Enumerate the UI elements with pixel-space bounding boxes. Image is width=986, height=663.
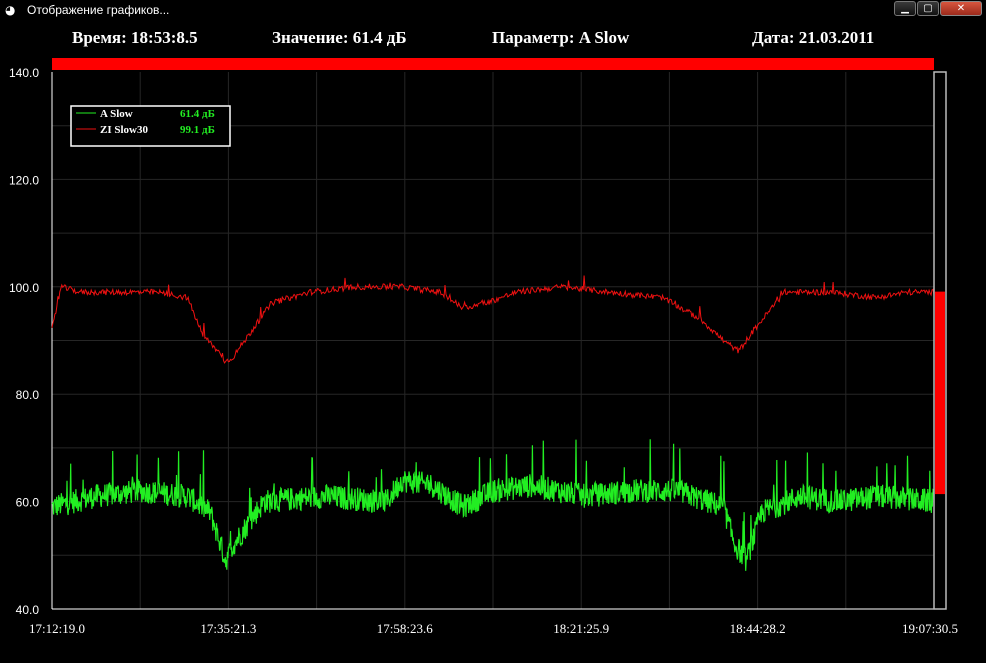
x-tick-label: 17:12:19.0 <box>29 621 85 636</box>
chart: 40.0 60.0 80.0 100.0 120.0 140.0 17:12:19.0 17:… <box>9 58 958 636</box>
x-tick-label: 17:58:23.6 <box>377 621 433 636</box>
x-tick-label: 19:07:30.5 <box>902 621 958 636</box>
level-meter-fill <box>935 291 945 495</box>
y-tick-label: 120.0 <box>9 173 39 187</box>
top-level-bar <box>52 58 934 70</box>
x-tick-label: 18:44:28.2 <box>730 621 786 636</box>
x-tick-label: 18:21:25.9 <box>553 621 609 636</box>
legend-series-value: 99.1 дБ <box>180 124 215 136</box>
legend-series-value: 61.4 дБ <box>180 108 215 120</box>
legend-series-name: A Slow <box>100 108 133 120</box>
y-tick-label: 40.0 <box>16 603 40 617</box>
y-tick-label: 140.0 <box>9 66 39 80</box>
y-tick-label: 60.0 <box>16 496 40 510</box>
x-tick-label: 17:35:21.3 <box>200 621 256 636</box>
legend-series-name: ZI Slow30 <box>100 124 148 136</box>
y-tick-label: 100.0 <box>9 281 39 295</box>
y-tick-label: 80.0 <box>16 388 40 402</box>
